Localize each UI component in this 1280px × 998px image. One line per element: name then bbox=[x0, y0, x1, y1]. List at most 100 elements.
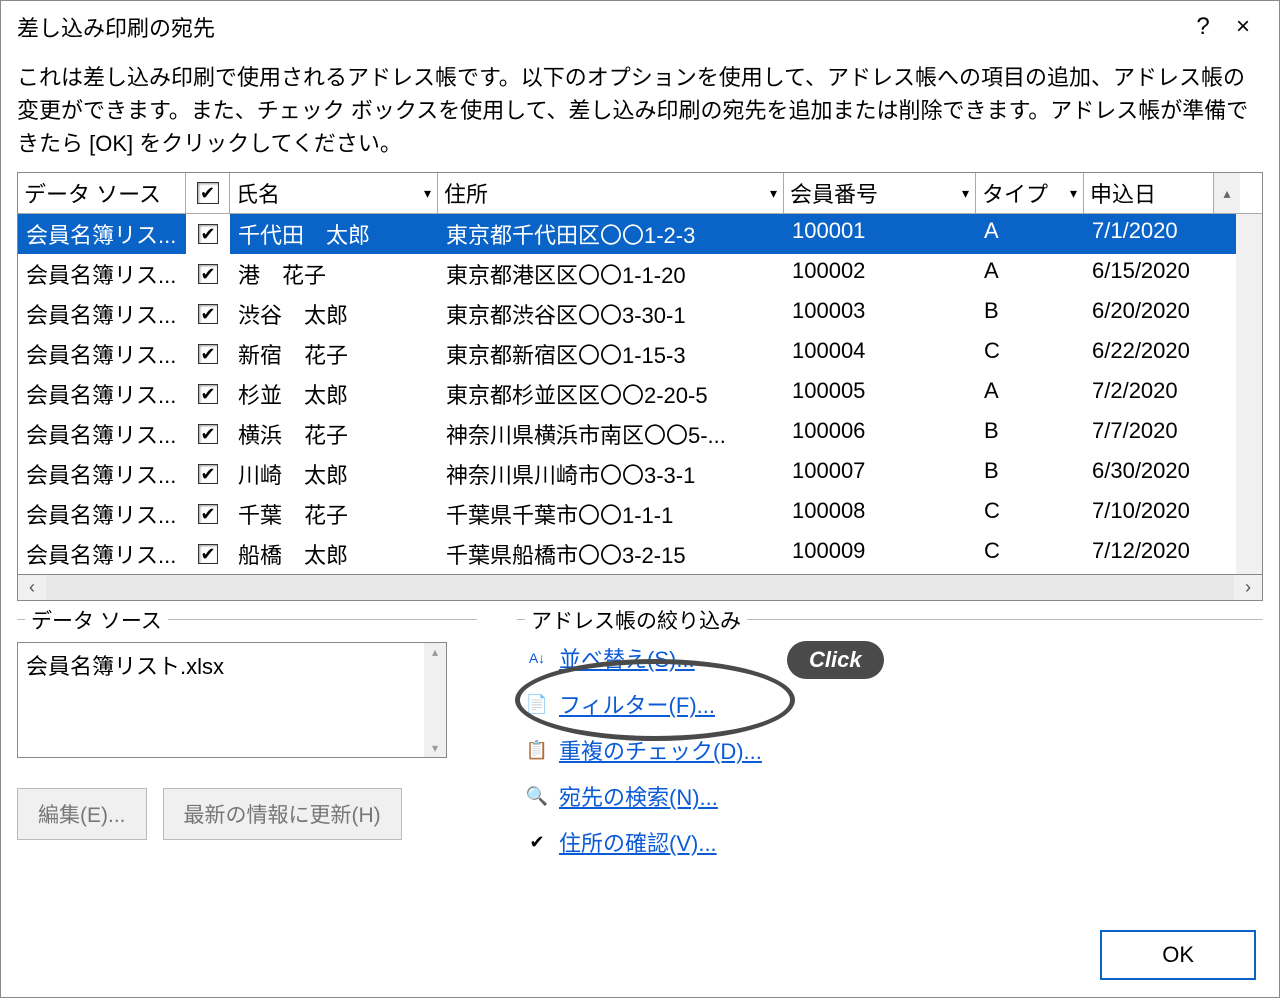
chevron-down-icon[interactable]: ▾ bbox=[424, 739, 446, 757]
cell-checkbox[interactable] bbox=[186, 254, 230, 294]
table-header-row: データ ソース 氏名 ▾ 住所 ▾ 会員番号 ▾ タイプ ▾ 申込日 ▴ bbox=[18, 173, 1262, 214]
cell-name: 船橋 太郎 bbox=[230, 534, 438, 574]
cell-member-no: 100003 bbox=[784, 294, 976, 334]
cell-name: 千葉 花子 bbox=[230, 494, 438, 534]
chevron-down-icon[interactable]: ▾ bbox=[958, 185, 969, 202]
cell-member-no: 100002 bbox=[784, 254, 976, 294]
close-button[interactable]: × bbox=[1223, 9, 1263, 45]
cell-data-source: 会員名簿リス... bbox=[18, 374, 186, 414]
check-icon[interactable] bbox=[198, 544, 218, 564]
chevron-down-icon[interactable]: ▾ bbox=[420, 185, 431, 202]
chevron-down-icon[interactable]: ▾ bbox=[1066, 185, 1077, 202]
cell-name: 新宿 花子 bbox=[230, 334, 438, 374]
check-icon[interactable] bbox=[198, 424, 218, 444]
chevron-up-icon[interactable]: ▴ bbox=[424, 643, 446, 661]
group-label-data-source: データ ソース bbox=[25, 605, 168, 635]
data-source-file[interactable]: 会員名簿リスト.xlsx bbox=[18, 643, 446, 687]
table-row[interactable]: 会員名簿リス...渋谷 太郎東京都渋谷区〇〇3-30-1100003B6/20/… bbox=[18, 294, 1236, 334]
cell-member-no: 100001 bbox=[784, 214, 976, 254]
cell-address: 千葉県船橋市〇〇3-2-15 bbox=[438, 534, 784, 574]
cell-address: 東京都港区区〇〇1-1-20 bbox=[438, 254, 784, 294]
check-icon[interactable] bbox=[198, 304, 218, 324]
filter-link-row: 📄 フィルター(F)... bbox=[525, 688, 1263, 720]
cell-type: C bbox=[976, 334, 1084, 374]
filter-link[interactable]: フィルター(F)... bbox=[559, 688, 715, 720]
column-checkbox-header[interactable] bbox=[186, 173, 230, 213]
dup-link[interactable]: 重複のチェック(D)... bbox=[559, 734, 762, 766]
cell-date: 7/7/2020 bbox=[1084, 414, 1214, 454]
column-data-source[interactable]: データ ソース bbox=[18, 173, 186, 213]
scroll-left-icon[interactable]: ‹ bbox=[18, 577, 46, 598]
column-address[interactable]: 住所 ▾ bbox=[438, 173, 784, 213]
header-check-icon[interactable] bbox=[197, 182, 219, 204]
help-button[interactable]: ? bbox=[1183, 9, 1223, 45]
cell-type: B bbox=[976, 414, 1084, 454]
cell-date: 6/15/2020 bbox=[1084, 254, 1214, 294]
table-row[interactable]: 会員名簿リス...横浜 花子神奈川県横浜市南区〇〇5-...100006B7/7… bbox=[18, 414, 1236, 454]
table-row[interactable]: 会員名簿リス...千代田 太郎東京都千代田区〇〇1-2-3100001A7/1/… bbox=[18, 214, 1236, 254]
table-body: 会員名簿リス...千代田 太郎東京都千代田区〇〇1-2-3100001A7/1/… bbox=[18, 214, 1236, 574]
column-member-number[interactable]: 会員番号 ▾ bbox=[784, 173, 976, 213]
cell-date: 7/1/2020 bbox=[1084, 214, 1214, 254]
cell-checkbox[interactable] bbox=[186, 494, 230, 534]
cell-type: B bbox=[976, 294, 1084, 334]
cell-date: 6/22/2020 bbox=[1084, 334, 1214, 374]
find-link[interactable]: 宛先の検索(N)... bbox=[559, 780, 718, 812]
cell-address: 東京都杉並区区〇〇2-20-5 bbox=[438, 374, 784, 414]
cell-checkbox[interactable] bbox=[186, 534, 230, 574]
cell-type: C bbox=[976, 534, 1084, 574]
chevron-up-icon: ▴ bbox=[1223, 185, 1230, 202]
check-icon[interactable] bbox=[198, 344, 218, 364]
edit-button[interactable]: 編集(E)... bbox=[17, 788, 147, 840]
cell-data-source: 会員名簿リス... bbox=[18, 214, 186, 254]
refresh-button[interactable]: 最新の情報に更新(H) bbox=[163, 788, 402, 840]
cell-data-source: 会員名簿リス... bbox=[18, 294, 186, 334]
cell-checkbox[interactable] bbox=[186, 334, 230, 374]
sort-link[interactable]: 並べ替え(S)... bbox=[559, 642, 695, 674]
cell-data-source: 会員名簿リス... bbox=[18, 534, 186, 574]
check-icon[interactable] bbox=[198, 224, 218, 244]
table-row[interactable]: 会員名簿リス...千葉 花子千葉県千葉市〇〇1-1-1100008C7/10/2… bbox=[18, 494, 1236, 534]
column-type[interactable]: タイプ ▾ bbox=[976, 173, 1084, 213]
ok-button[interactable]: OK bbox=[1100, 930, 1256, 980]
data-source-listbox[interactable]: 会員名簿リスト.xlsx ▴ ▾ bbox=[17, 642, 447, 758]
cell-name: 港 花子 bbox=[230, 254, 438, 294]
cell-data-source: 会員名簿リス... bbox=[18, 494, 186, 534]
cell-checkbox[interactable] bbox=[186, 454, 230, 494]
validate-address-icon: ✔ bbox=[525, 830, 549, 854]
vscroll-up[interactable]: ▴ bbox=[1214, 173, 1240, 213]
column-name[interactable]: 氏名 ▾ bbox=[230, 173, 438, 213]
find-link-row: 🔍 宛先の検索(N)... bbox=[525, 780, 1263, 812]
table-row[interactable]: 会員名簿リス...船橋 太郎千葉県船橋市〇〇3-2-15100009C7/12/… bbox=[18, 534, 1236, 574]
table-row[interactable]: 会員名簿リス...川崎 太郎神奈川県川崎市〇〇3-3-1100007B6/30/… bbox=[18, 454, 1236, 494]
check-icon[interactable] bbox=[198, 464, 218, 484]
table-row[interactable]: 会員名簿リス...新宿 花子東京都新宿区〇〇1-15-3100004C6/22/… bbox=[18, 334, 1236, 374]
listbox-scrollbar[interactable]: ▴ ▾ bbox=[424, 643, 446, 757]
refine-group: アドレス帳の絞り込み A↓ 並べ替え(S)... 📄 フィルター(F)... 📋… bbox=[517, 619, 1263, 872]
horizontal-scrollbar[interactable]: ‹ › bbox=[17, 575, 1263, 601]
title-bar: 差し込み印刷の宛先 ? × bbox=[1, 1, 1279, 53]
table-row[interactable]: 会員名簿リス...杉並 太郎東京都杉並区区〇〇2-20-5100005A7/2/… bbox=[18, 374, 1236, 414]
cell-checkbox[interactable] bbox=[186, 414, 230, 454]
cell-member-no: 100005 bbox=[784, 374, 976, 414]
check-icon[interactable] bbox=[198, 264, 218, 284]
cell-data-source: 会員名簿リス... bbox=[18, 254, 186, 294]
cell-type: A bbox=[976, 254, 1084, 294]
cell-date: 7/2/2020 bbox=[1084, 374, 1214, 414]
validate-link[interactable]: 住所の確認(V)... bbox=[559, 826, 717, 858]
cell-data-source: 会員名簿リス... bbox=[18, 334, 186, 374]
cell-date: 7/10/2020 bbox=[1084, 494, 1214, 534]
vertical-scrollbar[interactable] bbox=[1236, 214, 1262, 574]
cell-checkbox[interactable] bbox=[186, 294, 230, 334]
duplicate-check-icon: 📋 bbox=[525, 738, 549, 762]
cell-checkbox[interactable] bbox=[186, 374, 230, 414]
cell-checkbox[interactable] bbox=[186, 214, 230, 254]
chevron-down-icon[interactable]: ▾ bbox=[766, 185, 777, 202]
cell-address: 東京都渋谷区〇〇3-30-1 bbox=[438, 294, 784, 334]
column-date[interactable]: 申込日 bbox=[1084, 173, 1214, 213]
table-row[interactable]: 会員名簿リス... 港 花子東京都港区区〇〇1-1-20100002A6/15/2… bbox=[18, 254, 1236, 294]
check-icon[interactable] bbox=[198, 504, 218, 524]
cell-member-no: 100004 bbox=[784, 334, 976, 374]
scroll-right-icon[interactable]: › bbox=[1234, 577, 1262, 598]
check-icon[interactable] bbox=[198, 384, 218, 404]
